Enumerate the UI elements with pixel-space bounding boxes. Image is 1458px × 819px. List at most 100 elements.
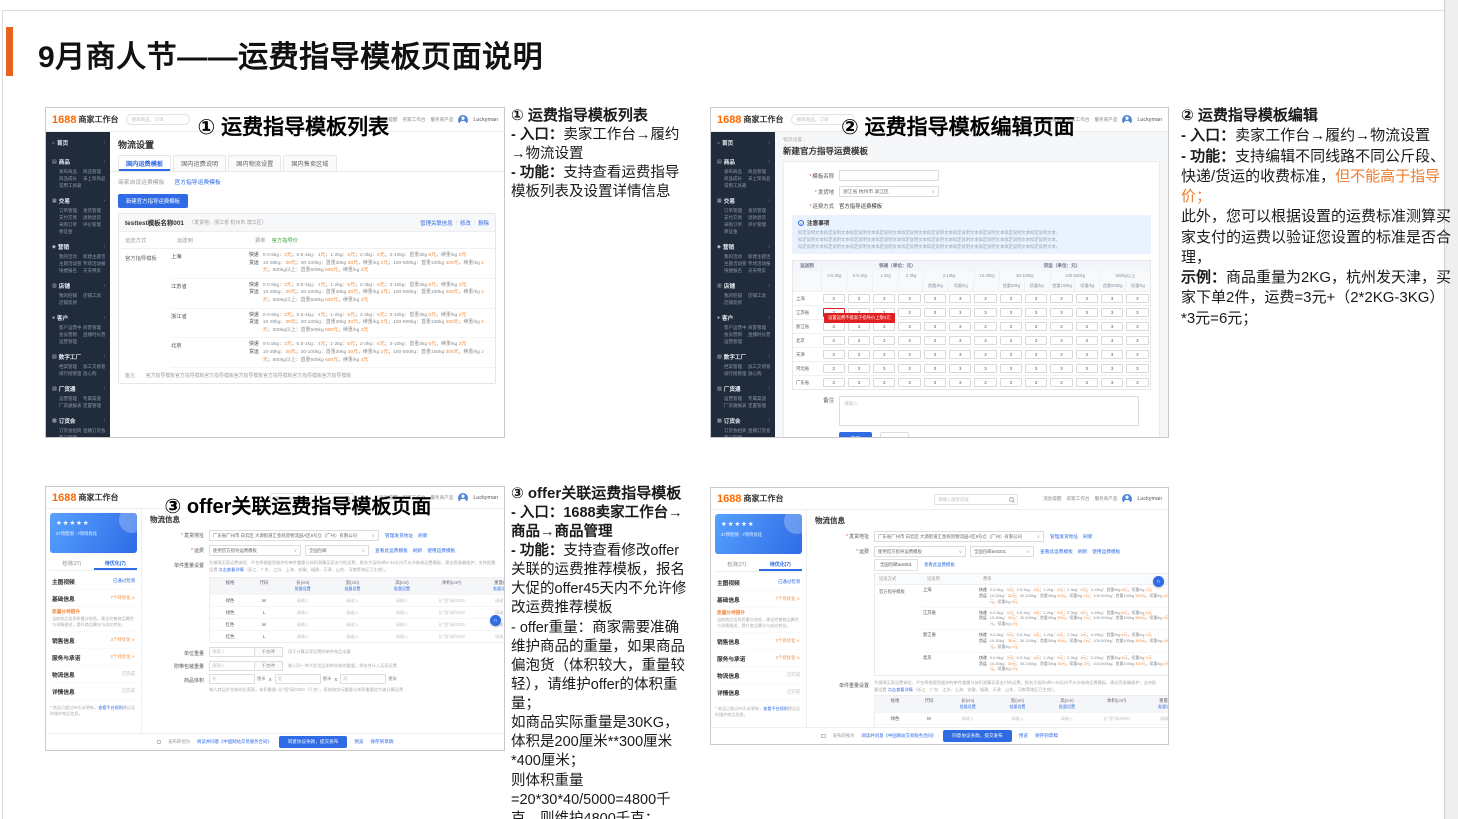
logo-1688[interactable]: 1688 bbox=[52, 492, 76, 504]
quality-item[interactable]: 物流信息 已完成 bbox=[50, 666, 137, 683]
logo-1688[interactable]: 1688 bbox=[717, 114, 741, 126]
sidebar-section-label[interactable]: 商品 bbox=[724, 158, 735, 166]
rate-input[interactable]: 3 bbox=[1101, 294, 1123, 303]
customer-service-float-button[interactable]: ∩ bbox=[490, 615, 501, 626]
sidebar-subitem[interactable]: 天天特卖 bbox=[83, 268, 105, 274]
sidebar-section[interactable]: ▩ 订货会 › 订货会招商 直播订货会 客户管理 bbox=[46, 413, 110, 438]
quality-item[interactable]: 详情信息 已完成 bbox=[50, 683, 137, 700]
sidebar-subitem[interactable]: 加工交易管理 bbox=[748, 364, 770, 370]
sidebar-section[interactable]: ▤ 商品 › 发布商品 商品管理 商品成长 未上架商品 常用工具箱 bbox=[711, 154, 775, 193]
sidebar-section-label[interactable]: 厂货通 bbox=[724, 385, 741, 393]
sidebar-subitem[interactable]: 快捷报名 bbox=[724, 268, 746, 274]
detail-link[interactable]: 点击查看详情 bbox=[219, 567, 244, 572]
tab-domestic-freight-note[interactable]: 国内运费说明 bbox=[173, 155, 226, 171]
weight-input[interactable]: 请输入 bbox=[476, 634, 505, 640]
sidebar-subitem[interactable]: 店铺装修 bbox=[59, 300, 81, 306]
subtab-self-template[interactable]: 商家自设运费模板 bbox=[118, 177, 164, 186]
sidebar-section-label[interactable]: 数字工厂 bbox=[59, 353, 81, 361]
batch-set-link[interactable]: 批量设置 bbox=[476, 586, 505, 592]
ship-address-select[interactable]: 广东省广州市 白云区 大源街道汇金商贸物流园A区8号仓（广州）有限公司∨ bbox=[874, 531, 1044, 542]
rate-input[interactable]: 3 bbox=[949, 336, 971, 345]
rate-input[interactable]: 3 bbox=[949, 378, 971, 387]
sidebar-subitem[interactable]: 档案管理 bbox=[59, 364, 81, 370]
rate-input[interactable]: 3 bbox=[823, 350, 845, 359]
sidebar-section-label[interactable]: 交易 bbox=[59, 197, 70, 205]
search-input[interactable]: 请输入搜索内容 bbox=[934, 494, 1018, 505]
rate-input[interactable]: 3 bbox=[1025, 378, 1047, 387]
sidebar-subitem[interactable]: 采购订单 bbox=[59, 222, 81, 228]
sidebar-subitem[interactable]: 店铺装修 bbox=[724, 300, 746, 306]
rate-input[interactable]: 3 bbox=[873, 364, 895, 373]
topbar-link-provider[interactable]: 服务商产品 bbox=[430, 117, 453, 123]
sidebar-subitem[interactable]: 我的旺铺 bbox=[59, 293, 81, 299]
rate-input[interactable]: 3 bbox=[1000, 378, 1022, 387]
sidebar-subitem[interactable]: 定置管理 bbox=[83, 403, 105, 409]
batch-set-link[interactable]: 批量设置 bbox=[1141, 704, 1169, 710]
topbar-link-buyer-workbench[interactable]: 买家工作台 bbox=[402, 117, 425, 123]
sidebar-subitem[interactable]: 直播订货会 bbox=[83, 428, 105, 434]
sidebar-subitem[interactable]: 新建主题活动 bbox=[83, 254, 105, 260]
rate-input[interactable]: 3 bbox=[1126, 364, 1148, 373]
weight-input[interactable]: 请输入 bbox=[1141, 716, 1169, 722]
sidebar-section[interactable]: ● 客户 › 客户运营中心 商客管理 会员营销 直播时长营销 运营管理 bbox=[46, 310, 110, 349]
topbar-link-messages[interactable]: 消息提醒 bbox=[1043, 496, 1061, 502]
avatar[interactable] bbox=[1122, 494, 1132, 504]
rate-input[interactable]: 3 bbox=[924, 364, 946, 373]
height-input[interactable]: 请输入 bbox=[1042, 716, 1092, 722]
avatar[interactable] bbox=[458, 115, 468, 125]
sidebar-section[interactable]: ▦ 交易 › 订单管理 发货管理 支付交易 退款退货 采购订单 评价管理 保证金 bbox=[711, 193, 775, 239]
sidebar-section[interactable]: ◆ 营销 › 我的活动 新建主题活动 主题活动管理 专场活动报名 快捷报名 天天… bbox=[711, 239, 775, 278]
batch-set-link[interactable]: 批量设置 bbox=[377, 586, 427, 592]
sidebar-section-label[interactable]: 厂货通 bbox=[59, 385, 76, 393]
sidebar-subitem[interactable]: 直播时长营销 bbox=[83, 332, 105, 338]
save-draft-link[interactable]: 保存到草稿 bbox=[1035, 733, 1058, 739]
ship-address-select[interactable]: 广东省广州市 白云区 大源街道汇金商贸物流园A区8号仓（广州）有限公司∨ bbox=[209, 530, 379, 541]
sidebar-subitem[interactable]: 档案管理 bbox=[724, 364, 746, 370]
sidebar-subitem[interactable]: 客户运营中心 bbox=[59, 325, 81, 331]
length-input[interactable]: 请输入 bbox=[278, 598, 328, 604]
remark-textarea[interactable]: 请输入 bbox=[839, 396, 1139, 426]
agree-checkbox[interactable] bbox=[821, 734, 826, 739]
rate-input[interactable]: 3 bbox=[1025, 294, 1047, 303]
sidebar-subitem[interactable]: 排行榜管理 bbox=[724, 371, 746, 377]
preview-link[interactable]: 预览 bbox=[354, 739, 363, 745]
sidebar-subitem[interactable]: 运营管理 bbox=[59, 396, 81, 402]
rules-link[interactable]: 查看平台规则 bbox=[763, 706, 788, 711]
sidebar-subitem[interactable]: 会员营销 bbox=[59, 332, 81, 338]
height-input[interactable]: 请输入 bbox=[377, 634, 427, 640]
sidebar-section-label[interactable]: 交易 bbox=[724, 197, 735, 205]
rate-input[interactable]: 3 bbox=[924, 294, 946, 303]
quality-item[interactable]: 销售信息 3个待优化 ∨ bbox=[50, 632, 137, 649]
rate-input[interactable]: 3 bbox=[1050, 364, 1072, 373]
length-input[interactable]: 请输入 bbox=[278, 610, 328, 616]
sidebar-section[interactable]: ▤ 商品 › 发布商品 商品管理 商品成长 未上架商品 常用工具箱 bbox=[46, 154, 110, 193]
freight-template-select[interactable]: 使用官方指导运费模板∨ bbox=[209, 545, 301, 556]
tab-detection[interactable]: 检测(27) bbox=[715, 559, 759, 571]
sidebar-subitem[interactable]: 我的活动 bbox=[59, 254, 81, 260]
avatar[interactable] bbox=[1122, 115, 1132, 125]
rate-input[interactable]: 3 bbox=[974, 294, 996, 303]
sidebar-subitem[interactable]: 我的旺铺 bbox=[724, 293, 746, 299]
sidebar-subitem[interactable]: 评价管理 bbox=[83, 222, 105, 228]
sidebar-section[interactable]: ▨ 厂货通 › 运营管理 专属渠道 厂货通报表 定置管理 bbox=[711, 381, 775, 413]
rate-input[interactable]: 3 bbox=[1025, 322, 1047, 331]
sidebar-subitem[interactable]: 天天特卖 bbox=[748, 268, 770, 274]
quality-item[interactable]: 主图视频 已通过检测 bbox=[50, 573, 137, 590]
rate-input[interactable]: 3 bbox=[1126, 378, 1148, 387]
sidebar-subitem[interactable]: 订单管理 bbox=[59, 208, 81, 214]
subtab-official-template[interactable]: 官方指导运费模板 bbox=[174, 177, 220, 186]
width-input[interactable]: 请输入 bbox=[328, 610, 378, 616]
sidebar-subitem[interactable]: 商客管理 bbox=[748, 325, 770, 331]
rate-input[interactable]: 3 bbox=[974, 350, 996, 359]
sidebar-subitem[interactable]: 运营管理 bbox=[59, 339, 81, 345]
rate-input[interactable]: 3 bbox=[873, 336, 895, 345]
sidebar-subitem[interactable]: 未上架商品 bbox=[748, 176, 770, 182]
rate-input[interactable]: 3 bbox=[924, 350, 946, 359]
freight-template-select-2[interactable]: 全国包邮test001∨ bbox=[970, 546, 1034, 557]
rate-input[interactable]: 3 bbox=[949, 308, 971, 317]
save-draft-link[interactable]: 保存到草稿 bbox=[370, 739, 393, 745]
rate-input[interactable]: 3 bbox=[1076, 350, 1098, 359]
rate-input[interactable]: 3 bbox=[1025, 308, 1047, 317]
avatar[interactable] bbox=[458, 493, 468, 503]
sidebar-subitem[interactable]: 订单管理 bbox=[724, 208, 746, 214]
